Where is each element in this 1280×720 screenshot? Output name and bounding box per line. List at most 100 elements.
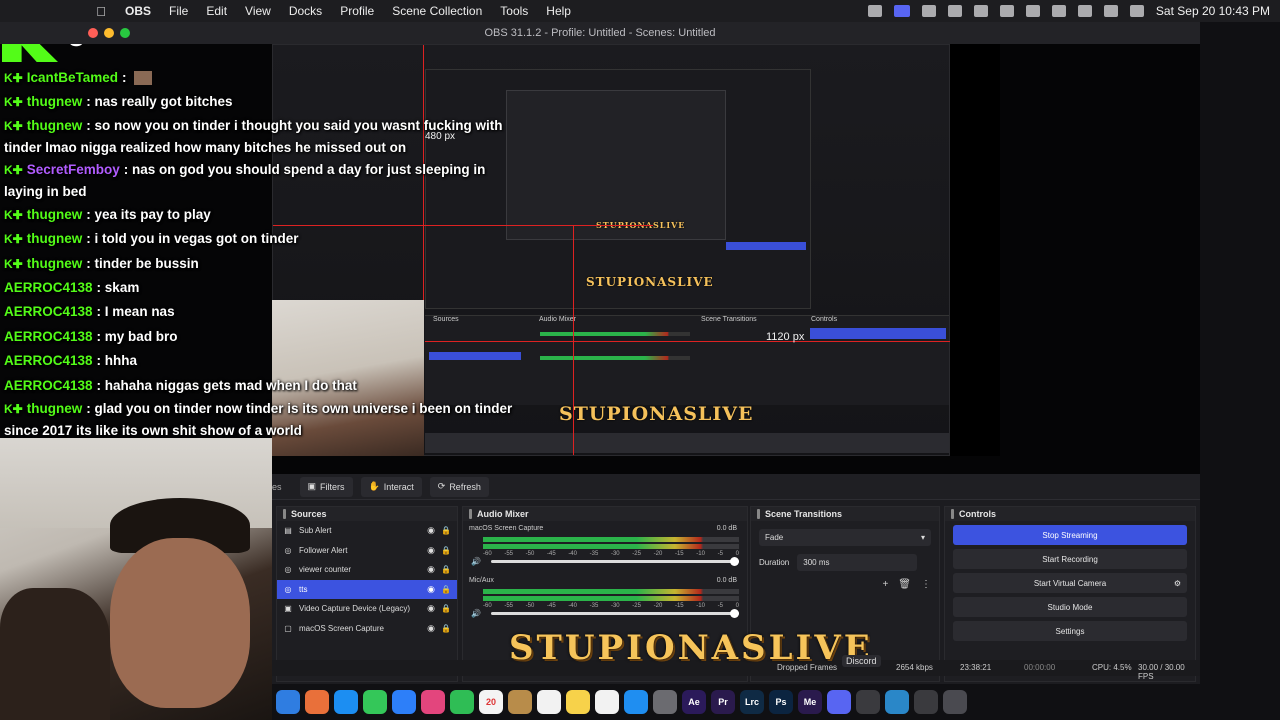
visibility-eye-icon[interactable]: ◉ (427, 603, 435, 614)
meter-tick-label: -60 (483, 603, 492, 609)
menu-scene-collection[interactable]: Scene Collection (383, 4, 491, 18)
dock-app-icon[interactable] (305, 690, 329, 714)
play-icon[interactable] (999, 5, 1014, 17)
menu-file[interactable]: File (160, 4, 197, 18)
remove-transition-icon[interactable]: 🗑 (898, 579, 911, 590)
refresh-button[interactable]: ⟳ Refresh (429, 476, 489, 497)
menu-help[interactable]: Help (537, 4, 580, 18)
visibility-eye-icon[interactable]: ◉ (427, 623, 435, 634)
search-icon[interactable] (1077, 5, 1092, 17)
dock-app-icon[interactable]: Ps (769, 690, 793, 714)
nested-preview-inner-2 (506, 90, 726, 240)
transition-menu-icon[interactable]: ⋮ (921, 579, 931, 590)
dropbox-icon[interactable] (947, 5, 962, 17)
dock-app-icon[interactable] (537, 690, 561, 714)
dock-app-icon[interactable] (450, 690, 474, 714)
visibility-eye-icon[interactable]: ◉ (427, 545, 435, 556)
dock-app-icon[interactable]: Me (798, 690, 822, 714)
dock-app-icon[interactable] (653, 690, 677, 714)
minimize-window-icon[interactable] (104, 28, 114, 38)
source-name: Follower Alert (299, 545, 348, 555)
start-recording-button[interactable]: Start Recording (953, 549, 1187, 569)
virtual-camera-gear-icon[interactable]: ⚙ (1174, 579, 1181, 588)
dock-app-icon[interactable]: Pr (711, 690, 735, 714)
start-virtual-camera-button[interactable]: Start Virtual Camera ⚙ (953, 573, 1187, 593)
menu-app-name[interactable]: OBS (116, 4, 160, 18)
source-item[interactable]: ▣ Video Capture Device (Legacy) ◉ 🔒 (277, 599, 457, 619)
gamepad-icon[interactable] (921, 5, 936, 17)
dock-app-icon[interactable] (943, 690, 967, 714)
interact-button[interactable]: ✋ Interact (360, 476, 422, 497)
dock-app-icon[interactable] (508, 690, 532, 714)
battery-icon[interactable] (1025, 5, 1040, 17)
visibility-eye-icon[interactable]: ◉ (427, 525, 435, 536)
recording-icon[interactable] (867, 5, 882, 17)
guide-line-v2 (573, 225, 574, 455)
zoom-window-icon[interactable] (120, 28, 130, 38)
visibility-eye-icon[interactable]: ◉ (427, 564, 435, 575)
wifi-icon[interactable] (1051, 5, 1066, 17)
level-meter-right (483, 596, 739, 601)
lock-icon[interactable]: 🔒 (441, 604, 451, 613)
source-item[interactable]: ◎ Follower Alert ◉ 🔒 (277, 541, 457, 561)
dock-grip-icon (951, 509, 954, 519)
dock-app-icon[interactable] (421, 690, 445, 714)
obs-status-icon[interactable] (893, 5, 910, 17)
dock-app-icon[interactable] (392, 690, 416, 714)
add-transition-icon[interactable]: + (882, 579, 888, 590)
speaker-icon[interactable]: 🔊 (471, 557, 481, 566)
dock-app-icon[interactable] (566, 690, 590, 714)
dock-app-icon[interactable] (334, 690, 358, 714)
dock-app-icon[interactable] (276, 690, 300, 714)
control-center-icon[interactable] (1103, 5, 1118, 17)
menu-docks[interactable]: Docks (280, 4, 331, 18)
speaker-icon[interactable]: 🔊 (471, 609, 481, 618)
close-window-icon[interactable] (88, 28, 98, 38)
preview-black-area (950, 44, 1000, 456)
duration-input[interactable]: 300 ms (797, 554, 918, 571)
visibility-eye-icon[interactable]: ◉ (427, 584, 435, 595)
transition-duration-row: Duration 300 ms (759, 554, 931, 571)
dock-app-icon[interactable] (827, 690, 851, 714)
filters-button[interactable]: ▣ Filters (299, 476, 353, 497)
menu-tools[interactable]: Tools (491, 4, 537, 18)
dock-app-icon[interactable] (856, 690, 880, 714)
source-item[interactable]: ◎ viewer counter ◉ 🔒 (277, 560, 457, 580)
lock-icon[interactable]: 🔒 (441, 565, 451, 574)
transition-type-select[interactable]: Fade ▾ (759, 529, 931, 546)
meter-tick-label: -15 (674, 551, 684, 557)
dock-app-icon[interactable] (624, 690, 648, 714)
lock-icon[interactable]: 🔒 (441, 624, 451, 633)
dock-app-icon[interactable]: Ae (682, 690, 706, 714)
source-name: tts (299, 584, 308, 594)
source-item[interactable]: ▤ Sub Alert ◉ 🔒 (277, 521, 457, 541)
volume-slider[interactable] (491, 557, 739, 566)
settings-button[interactable]: Settings (953, 621, 1187, 641)
grid-icon[interactable] (973, 5, 988, 17)
lock-icon[interactable]: 🔒 (441, 585, 451, 594)
lock-icon[interactable]: 🔒 (441, 526, 451, 535)
dock-app-icon[interactable] (363, 690, 387, 714)
apple-icon[interactable]:  (86, 4, 116, 19)
stop-streaming-button[interactable]: Stop Streaming (953, 525, 1187, 545)
source-item[interactable]: ▢ macOS Screen Capture ◉ 🔒 (277, 619, 457, 639)
menu-view[interactable]: View (236, 4, 280, 18)
dock-app-icon[interactable] (595, 690, 619, 714)
nested-meter-2 (540, 356, 690, 360)
nested-logo-medium: STUPIONASLIVE (559, 403, 754, 425)
dock-app-icon[interactable]: 20 (479, 690, 503, 714)
chat-text: yea its pay to play (94, 206, 211, 222)
dock-app-icon[interactable] (885, 690, 909, 714)
dock-app-icon[interactable] (914, 690, 938, 714)
studio-mode-button[interactable]: Studio Mode (953, 597, 1187, 617)
menu-profile[interactable]: Profile (331, 4, 383, 18)
chat-username: thugnew (26, 206, 83, 222)
user-icon[interactable] (1129, 5, 1144, 17)
volume-slider[interactable] (491, 609, 739, 618)
source-item[interactable]: ◎ tts ◉ 🔒 (277, 579, 457, 599)
refresh-icon: ⟳ (437, 481, 446, 491)
menu-edit[interactable]: Edit (197, 4, 236, 18)
menubar-clock[interactable]: Sat Sep 20 10:43 PM (1156, 4, 1270, 18)
dock-app-icon[interactable]: Lrc (740, 690, 764, 714)
lock-icon[interactable]: 🔒 (441, 546, 451, 555)
